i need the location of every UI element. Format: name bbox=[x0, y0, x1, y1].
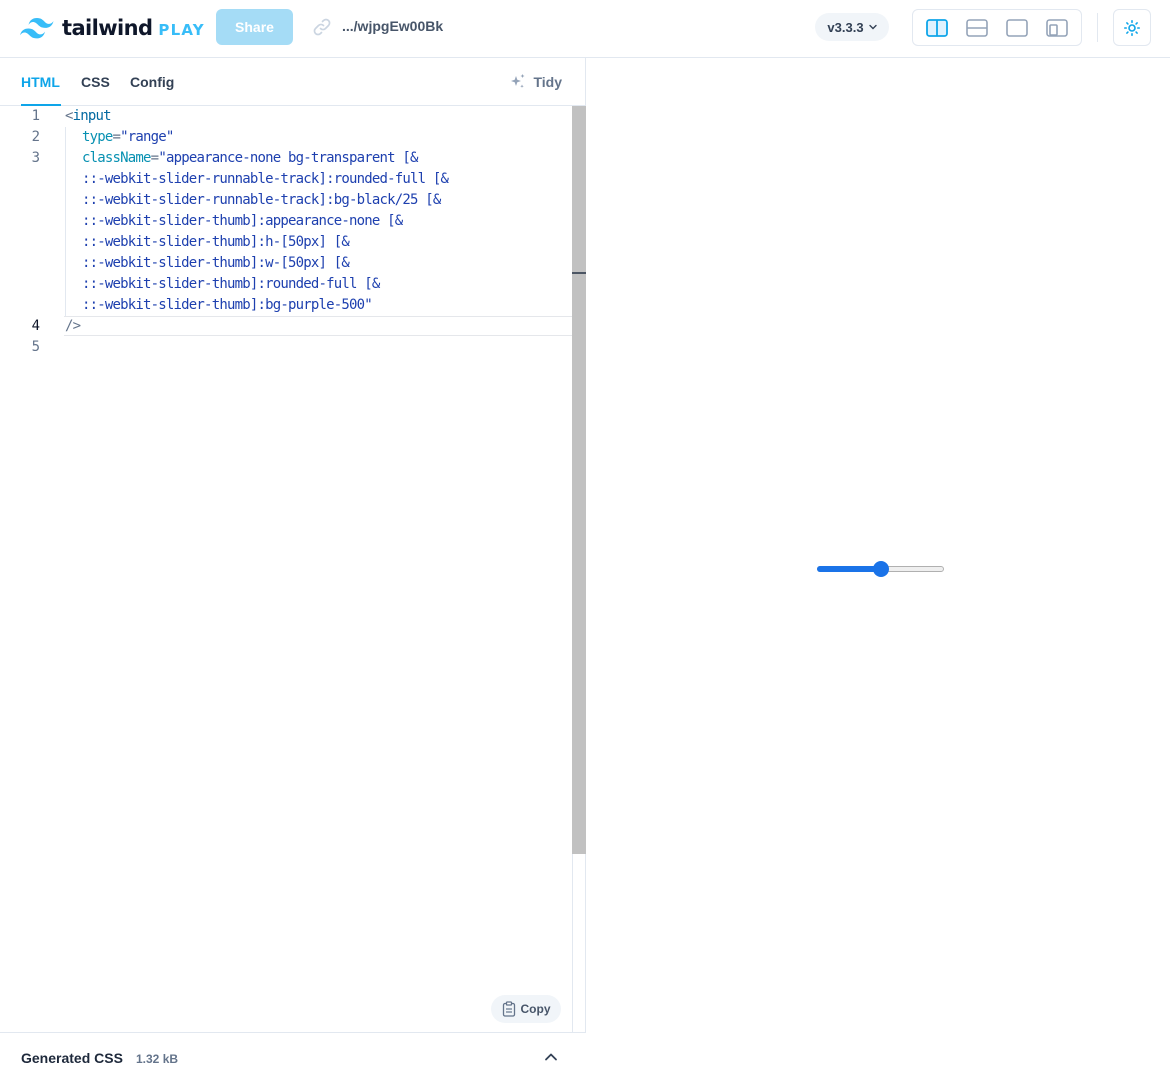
chevron-up-icon[interactable] bbox=[544, 1052, 558, 1062]
line-number: 1 bbox=[31, 108, 40, 124]
link-icon bbox=[312, 17, 332, 37]
code-editor[interactable]: 1 2 3 4 5 <input type="range" className=… bbox=[0, 106, 586, 1032]
header-divider bbox=[1097, 13, 1098, 42]
generated-css-size: 1.32 kB bbox=[136, 1052, 179, 1066]
code-line-wrapped: ::-webkit-slider-thumb]:appearance-none … bbox=[82, 213, 403, 229]
preview-only-icon bbox=[1006, 18, 1028, 37]
scrollbar-cursor-marker bbox=[572, 272, 586, 274]
slider-fill bbox=[817, 566, 881, 572]
code-token: "range" bbox=[120, 129, 174, 145]
current-line-highlight bbox=[64, 316, 586, 336]
tailwind-play-logo[interactable]: tailwind PLAY bbox=[20, 16, 205, 40]
sun-icon bbox=[1124, 19, 1140, 36]
editor-scrollbar[interactable] bbox=[572, 106, 586, 854]
scrollbar-track-edge bbox=[572, 854, 573, 1032]
code-token: className bbox=[82, 150, 151, 166]
top-bar: tailwind PLAY Share .../wjpgEw00Bk v3.3.… bbox=[0, 0, 1170, 58]
line-number: 3 bbox=[31, 150, 40, 166]
version-select[interactable]: v3.3.3 bbox=[815, 13, 889, 41]
indent-guide bbox=[65, 127, 66, 316]
range-slider[interactable] bbox=[817, 560, 945, 578]
split-vertical-icon bbox=[926, 18, 948, 37]
code-line-wrapped: ::-webkit-slider-thumb]:rounded-full [& bbox=[82, 276, 380, 292]
preview-pane bbox=[587, 58, 1170, 1080]
layout-horizontal-split-button[interactable] bbox=[960, 13, 994, 43]
code-token: < bbox=[65, 108, 73, 124]
generated-css-panel[interactable]: Generated CSS 1.32 kB bbox=[0, 1032, 586, 1080]
tab-config[interactable]: Config bbox=[130, 74, 174, 90]
tailwind-logo-icon bbox=[20, 17, 54, 38]
generated-css-title: Generated CSS bbox=[21, 1050, 123, 1066]
line-number: 2 bbox=[31, 129, 40, 145]
code-line-wrapped: ::-webkit-slider-runnable-track]:bg-blac… bbox=[82, 192, 441, 208]
code-line-wrapped: ::-webkit-slider-runnable-track]:rounded… bbox=[82, 171, 449, 187]
layout-preview-only-button[interactable] bbox=[1000, 13, 1034, 43]
editor-tabs: HTML CSS Config Tidy bbox=[0, 58, 586, 106]
code-line: <input bbox=[65, 106, 112, 127]
line-number-current: 4 bbox=[31, 318, 40, 334]
layout-switcher bbox=[912, 9, 1082, 46]
version-label: v3.3.3 bbox=[827, 19, 864, 35]
code-line-wrapped: ::-webkit-slider-thumb]:w-[50px] [& bbox=[82, 255, 350, 271]
tidy-button[interactable]: Tidy bbox=[509, 73, 562, 91]
tab-css[interactable]: CSS bbox=[81, 74, 110, 90]
slider-thumb[interactable] bbox=[873, 561, 889, 577]
chevron-down-icon bbox=[868, 24, 877, 30]
tidy-label: Tidy bbox=[533, 74, 562, 90]
logo-play-label: PLAY bbox=[158, 20, 205, 39]
editor-pane: HTML CSS Config Tidy 1 2 3 4 5 <input ty… bbox=[0, 58, 586, 1080]
code-line: type="range" bbox=[82, 127, 174, 148]
tab-html[interactable]: HTML bbox=[21, 74, 60, 90]
layout-vertical-split-button[interactable] bbox=[920, 13, 954, 43]
code-line: className="appearance-none bg-transparen… bbox=[82, 148, 419, 169]
sparkles-icon bbox=[511, 74, 525, 88]
split-horizontal-icon bbox=[966, 18, 988, 37]
code-token: "appearance-none bg-transparent [& bbox=[158, 150, 418, 166]
theme-toggle-button[interactable] bbox=[1113, 9, 1151, 46]
clipboard-icon bbox=[502, 1001, 515, 1017]
share-button[interactable]: Share bbox=[216, 9, 293, 45]
layout-responsive-button[interactable] bbox=[1040, 13, 1074, 43]
line-number: 5 bbox=[31, 339, 40, 355]
share-url[interactable]: .../wjpgEw00Bk bbox=[342, 18, 443, 34]
code-token: = bbox=[112, 129, 121, 145]
responsive-icon bbox=[1046, 18, 1068, 37]
copy-button[interactable]: Copy bbox=[491, 995, 561, 1023]
copy-label: Copy bbox=[520, 1002, 551, 1016]
code-token: input bbox=[72, 108, 112, 124]
code-token: type bbox=[82, 129, 113, 145]
code-line-wrapped: ::-webkit-slider-thumb]:h-[50px] [& bbox=[82, 234, 350, 250]
code-line: /> bbox=[65, 318, 81, 334]
logo-wordmark: tailwind bbox=[62, 16, 153, 40]
code-line-wrapped: ::-webkit-slider-thumb]:bg-purple-500" bbox=[82, 297, 373, 313]
